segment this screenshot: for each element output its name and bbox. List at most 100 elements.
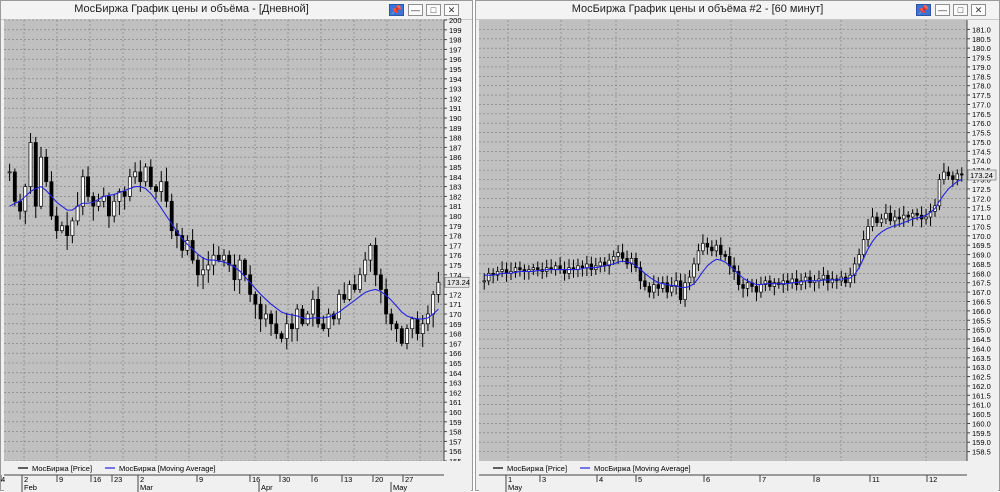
candle-body [295, 308, 300, 330]
y-tick-label: 190 [449, 114, 462, 123]
candle-body [955, 173, 959, 180]
candle-body [696, 250, 701, 265]
y-tick-label: 159 [449, 418, 462, 427]
x-tick-label: 11 [872, 475, 880, 484]
candle-body [368, 245, 373, 261]
candle-body [358, 274, 362, 290]
y-tick-label: 164 [449, 369, 462, 378]
candle-body [274, 323, 279, 334]
candle-body [310, 298, 315, 315]
y-tick-label: 166.0 [972, 307, 991, 316]
candle-body [216, 254, 221, 261]
y-tick-label: 177.5 [972, 91, 991, 100]
candle-body [611, 256, 616, 261]
candle-body [7, 171, 12, 174]
y-tick-label: 166 [449, 349, 462, 358]
candle-body [415, 318, 420, 334]
x-tick-label: 16 [93, 475, 101, 484]
y-tick-label: 182 [449, 192, 462, 201]
candle-body [59, 225, 64, 232]
x-tick-label: 6 [314, 475, 318, 484]
candle-body [33, 142, 38, 207]
candle-body [585, 263, 589, 269]
last-price-label: 173.24 [447, 278, 470, 287]
candle-body [269, 313, 273, 325]
y-tick-label: 159.5 [972, 429, 991, 438]
plot-area [479, 20, 967, 461]
x-tick-label: 4 [599, 475, 603, 484]
candle-body [504, 269, 509, 274]
y-tick-label: 161.5 [972, 391, 991, 400]
candle-body [206, 264, 211, 271]
hourly-chart-window: МосБиржа График цены и объёма #2 - [60 м… [475, 0, 1000, 492]
y-tick-label: 199 [449, 26, 462, 35]
candle-body [513, 267, 518, 272]
y-tick-label: 171.0 [972, 213, 991, 222]
candle-body [373, 245, 378, 276]
candle-body [86, 176, 90, 197]
y-tick-label: 160 [449, 408, 462, 417]
y-tick-label: 174.5 [972, 147, 991, 156]
candle-body [598, 261, 602, 267]
candle-body [18, 200, 22, 212]
y-tick-label: 180 [449, 212, 462, 221]
y-tick-label: 160.5 [972, 410, 991, 419]
x-tick-label: 12 [929, 475, 937, 484]
candle-body [127, 176, 132, 197]
x-tick-label: 9 [59, 475, 63, 484]
x-tick-label: 8 [816, 475, 820, 484]
y-tick-label: 168.5 [972, 260, 991, 269]
y-tick-label: 176.0 [972, 119, 991, 128]
candle-body [902, 214, 906, 220]
y-tick-label: 176.5 [972, 110, 991, 119]
y-tick-label: 168 [449, 330, 462, 339]
y-tick-label: 184 [449, 173, 462, 182]
candle-body [652, 284, 656, 293]
candle-body [399, 328, 404, 344]
x-axis-panel [479, 475, 998, 492]
candle-body [487, 272, 491, 282]
daily-price-chart[interactable]: 1551561571581591601611621631641651661671… [1, 1, 474, 492]
candle-body [741, 284, 745, 289]
candle-body [242, 259, 247, 276]
y-tick-label: 186 [449, 153, 462, 162]
candle-body [558, 265, 562, 270]
y-tick-label: 179.5 [972, 54, 991, 63]
candle-body [826, 274, 830, 284]
candle-body [884, 212, 888, 220]
candle-body [431, 294, 436, 315]
candle-body [389, 313, 394, 325]
candle-body [580, 265, 585, 269]
candle-body [75, 205, 80, 222]
y-tick-label: 198 [449, 36, 462, 45]
candle-body [23, 186, 28, 212]
candle-body [906, 214, 910, 218]
legend-label: МосБиржа [Price] [507, 464, 567, 473]
candle-body [28, 142, 33, 187]
candle-body [96, 200, 101, 207]
candle-body [705, 242, 710, 248]
candle-body [70, 220, 75, 236]
y-tick-label: 158 [449, 428, 462, 437]
candle-body [426, 313, 430, 325]
y-tick-label: 177.0 [972, 100, 991, 109]
y-tick-label: 160.0 [972, 419, 991, 428]
candle-body [620, 252, 625, 259]
last-price-label: 173.24 [970, 171, 993, 180]
x-tick-label: 3 [542, 475, 546, 484]
y-tick-label: 172.5 [972, 185, 991, 194]
candle-body [687, 276, 692, 284]
y-tick-label: 187 [449, 143, 462, 152]
y-tick-label: 194 [449, 75, 462, 84]
y-tick-label: 165.0 [972, 326, 991, 335]
candle-body [803, 276, 808, 282]
candle-body [143, 166, 148, 183]
y-tick-label: 159.0 [972, 438, 991, 447]
candle-body [133, 171, 138, 178]
y-tick-label: 170.0 [972, 232, 991, 241]
y-tick-label: 179.0 [972, 63, 991, 72]
y-tick-label: 179 [449, 222, 462, 231]
candle-body [656, 284, 660, 289]
hourly-price-chart[interactable]: 158.5159.0159.5160.0160.5161.0161.5162.0… [476, 1, 1000, 492]
candle-body [80, 176, 85, 207]
